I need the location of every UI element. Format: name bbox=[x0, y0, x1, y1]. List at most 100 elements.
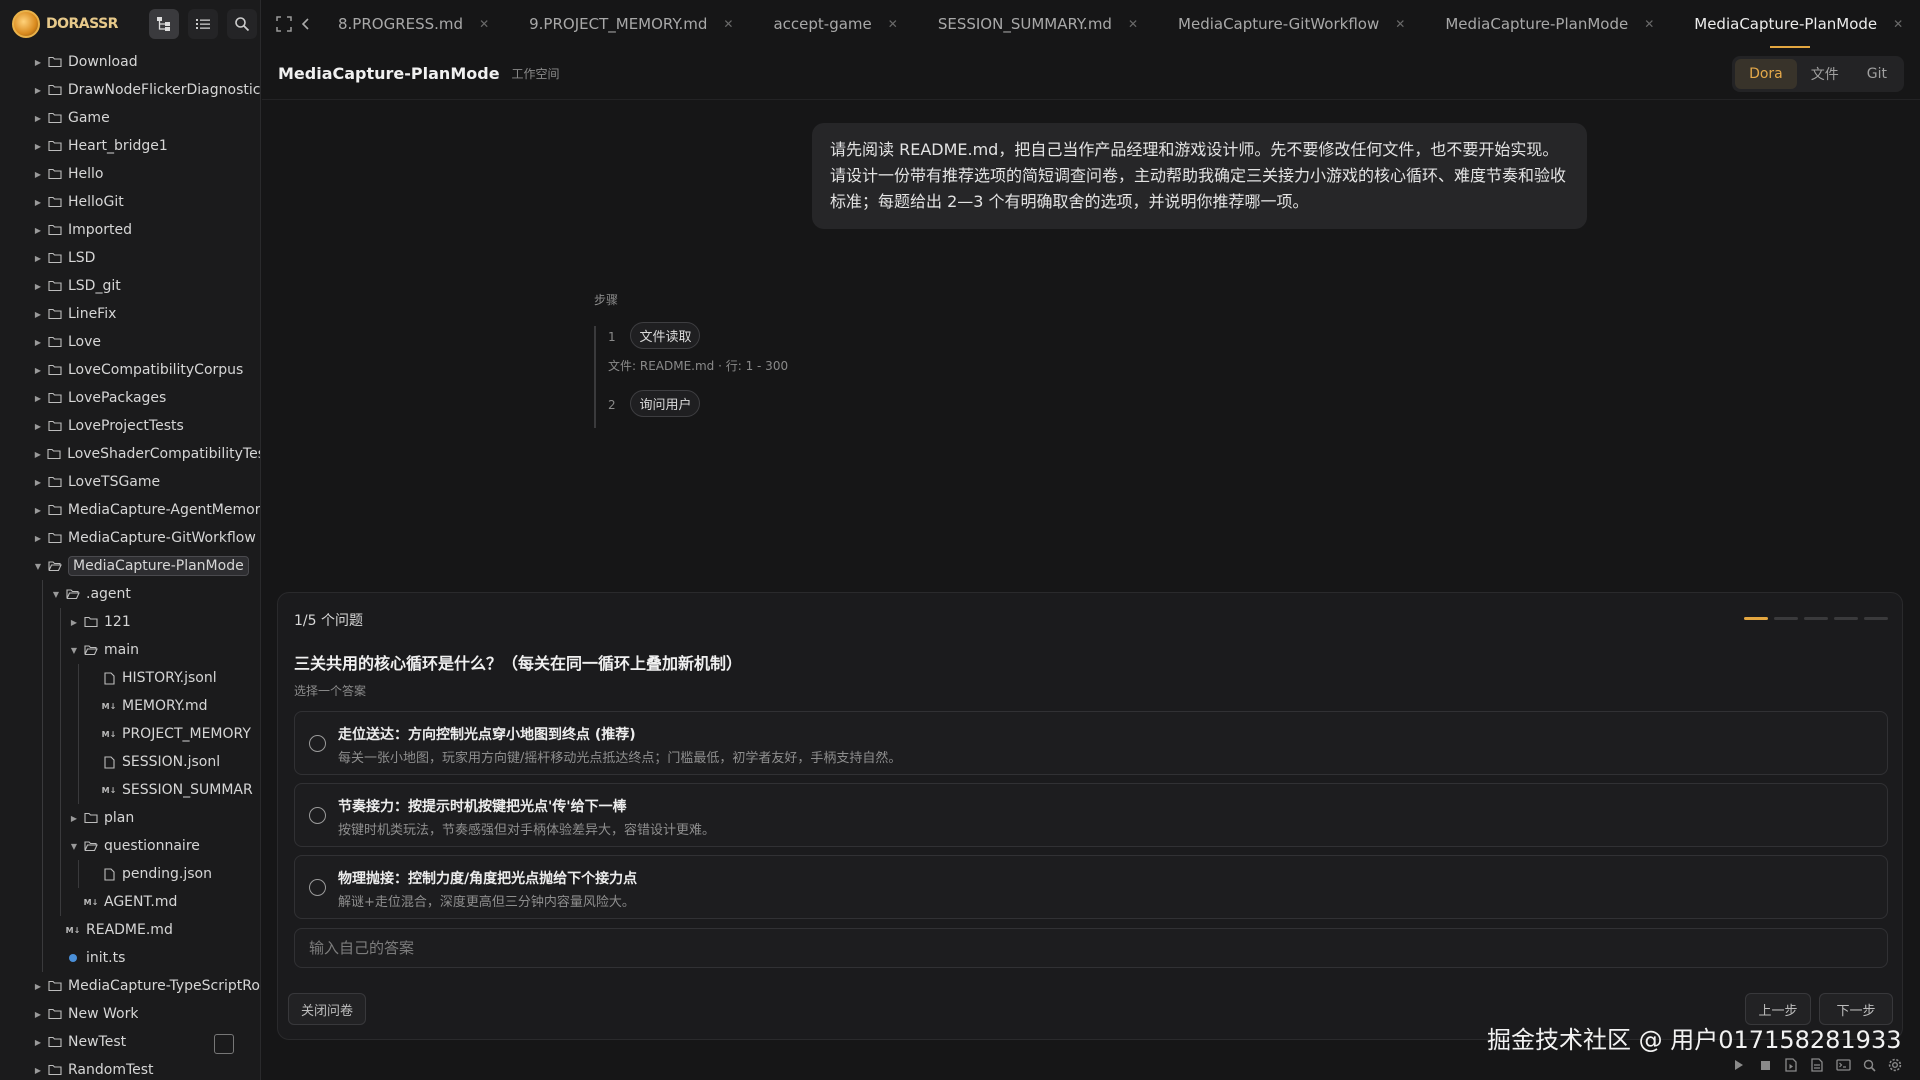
mode-files[interactable]: 文件 bbox=[1797, 59, 1853, 89]
close-icon[interactable]: ✕ bbox=[888, 17, 898, 31]
chevron-right-icon[interactable]: ▶ bbox=[66, 814, 82, 823]
chevron-down-icon[interactable]: ▼ bbox=[66, 646, 82, 655]
chevron-right-icon[interactable]: ▶ bbox=[30, 478, 46, 487]
tree-folder[interactable]: ▶ MediaCapture-GitWorkflow bbox=[0, 524, 260, 552]
mode-git[interactable]: Git bbox=[1853, 59, 1901, 89]
chevron-right-icon[interactable]: ▶ bbox=[30, 170, 46, 179]
editor-tab[interactable]: accept-game ✕ bbox=[753, 0, 917, 48]
chevron-right-icon[interactable]: ▶ bbox=[30, 422, 46, 431]
tree-folder[interactable]: ▶ New Work bbox=[0, 1000, 260, 1028]
close-icon[interactable]: ✕ bbox=[1644, 17, 1654, 31]
tree-folder[interactable]: ▶ LovePackages bbox=[0, 384, 260, 412]
file-tree-button[interactable] bbox=[149, 9, 179, 39]
tree-folder[interactable]: ▶ Love bbox=[0, 328, 260, 356]
tree-file[interactable]: SESSION.jsonl bbox=[0, 748, 260, 776]
radio-button[interactable] bbox=[309, 807, 326, 824]
search-icon[interactable] bbox=[1856, 1059, 1882, 1072]
close-icon[interactable]: ✕ bbox=[1893, 17, 1903, 31]
chevron-right-icon[interactable]: ▶ bbox=[30, 366, 46, 375]
radio-button[interactable] bbox=[309, 735, 326, 752]
chevron-right-icon[interactable]: ▶ bbox=[30, 58, 46, 67]
editor-tab[interactable]: MediaCapture-PlanMode ✕ bbox=[1674, 0, 1920, 48]
chevron-right-icon[interactable]: ▶ bbox=[30, 282, 46, 291]
tree-file[interactable]: M↓ MEMORY.md bbox=[0, 692, 260, 720]
tree-file[interactable]: HISTORY.jsonl bbox=[0, 664, 260, 692]
editor-tab[interactable]: 8.PROGRESS.md ✕ bbox=[318, 0, 509, 48]
tree-folder[interactable]: ▶ LineFix bbox=[0, 300, 260, 328]
chevron-down-icon[interactable]: ▼ bbox=[48, 590, 64, 599]
chevron-right-icon[interactable]: ▶ bbox=[30, 1010, 46, 1019]
tree-folder[interactable]: ▶ LSD_git bbox=[0, 272, 260, 300]
tree-folder[interactable]: ▶ LSD bbox=[0, 244, 260, 272]
tree-folder[interactable]: ▶ MediaCapture-AgentMemor bbox=[0, 496, 260, 524]
radio-button[interactable] bbox=[309, 879, 326, 896]
tree-folder[interactable]: ▶ MediaCapture-TypeScriptRo bbox=[0, 972, 260, 1000]
chevron-right-icon[interactable]: ▶ bbox=[30, 142, 46, 151]
tree-folder[interactable]: ▶ LoveCompatibilityCorpus bbox=[0, 356, 260, 384]
editor-tab[interactable]: 9.PROJECT_MEMORY.md ✕ bbox=[509, 0, 753, 48]
tree-folder[interactable]: ▶ Download bbox=[0, 48, 260, 76]
tree-file[interactable]: init.ts bbox=[0, 944, 260, 972]
chevron-right-icon[interactable]: ▶ bbox=[30, 114, 46, 123]
chevron-right-icon[interactable]: ▶ bbox=[30, 534, 46, 543]
tree-folder[interactable]: ▼ MediaCapture-PlanMode bbox=[0, 552, 260, 580]
tree-folder[interactable]: ▶ LoveShaderCompatibilityTes bbox=[0, 440, 260, 468]
stop-icon[interactable] bbox=[1752, 1060, 1778, 1071]
mode-dora[interactable]: Dora bbox=[1735, 59, 1797, 89]
search-button[interactable] bbox=[227, 9, 257, 39]
custom-answer-input[interactable] bbox=[294, 928, 1888, 968]
answer-option-1[interactable]: 走位送达：方向控制光点穿小地图到终点 (推荐) 每关一张小地图，玩家用方向键/摇… bbox=[294, 711, 1888, 775]
tree-folder[interactable]: ▼ .agent bbox=[0, 580, 260, 608]
tree-folder[interactable]: ▶ DrawNodeFlickerDiagnostic bbox=[0, 76, 260, 104]
chevron-right-icon[interactable]: ▶ bbox=[66, 618, 82, 627]
terminal-icon[interactable] bbox=[1830, 1059, 1856, 1071]
tree-folder[interactable]: ▶ Hello bbox=[0, 160, 260, 188]
close-icon[interactable]: ✕ bbox=[1128, 17, 1138, 31]
tree-file[interactable]: M↓ SESSION_SUMMAR bbox=[0, 776, 260, 804]
tree-file[interactable]: pending.json bbox=[0, 860, 260, 888]
step-chip-file-read[interactable]: 文件读取 bbox=[630, 322, 701, 349]
close-icon[interactable]: ✕ bbox=[479, 17, 489, 31]
play-icon[interactable] bbox=[1726, 1059, 1752, 1071]
file-play-icon[interactable] bbox=[1778, 1058, 1804, 1072]
chevron-right-icon[interactable]: ▶ bbox=[30, 198, 46, 207]
tree-folder[interactable]: ▶ Imported bbox=[0, 216, 260, 244]
tree-file[interactable]: M↓ AGENT.md bbox=[0, 888, 260, 916]
fullscreen-button[interactable] bbox=[276, 9, 292, 39]
tree-folder[interactable]: ▶ Heart_bridge1 bbox=[0, 132, 260, 160]
close-icon[interactable]: ✕ bbox=[723, 17, 733, 31]
chevron-right-icon[interactable]: ▶ bbox=[30, 254, 46, 263]
step-chip-ask-user[interactable]: 询问用户 bbox=[630, 390, 701, 417]
editor-tab[interactable]: MediaCapture-PlanMode ✕ bbox=[1425, 0, 1674, 48]
chevron-right-icon[interactable]: ▶ bbox=[30, 1066, 46, 1075]
tree-folder[interactable]: ▶ Game bbox=[0, 104, 260, 132]
tree-folder[interactable]: ▶ LoveProjectTests bbox=[0, 412, 260, 440]
close-icon[interactable]: ✕ bbox=[1395, 17, 1405, 31]
answer-option-3[interactable]: 物理抛接：控制力度/角度把光点抛给下个接力点 解谜+走位混合，深度更高但三分钟内… bbox=[294, 855, 1888, 919]
chevron-right-icon[interactable]: ▶ bbox=[30, 226, 46, 235]
chevron-right-icon[interactable]: ▶ bbox=[30, 450, 46, 459]
panel-toggle-icon[interactable] bbox=[214, 1034, 234, 1054]
tree-folder[interactable]: ▶ 121 bbox=[0, 608, 260, 636]
tree-folder[interactable]: ▶ LoveTSGame bbox=[0, 468, 260, 496]
chevron-right-icon[interactable]: ▶ bbox=[30, 338, 46, 347]
back-button[interactable] bbox=[300, 9, 312, 39]
gear-icon[interactable] bbox=[1882, 1058, 1908, 1072]
chevron-right-icon[interactable]: ▶ bbox=[30, 1038, 46, 1047]
chevron-right-icon[interactable]: ▶ bbox=[30, 310, 46, 319]
chevron-right-icon[interactable]: ▶ bbox=[30, 982, 46, 991]
editor-tab[interactable]: SESSION_SUMMARY.md ✕ bbox=[918, 0, 1158, 48]
tree-folder[interactable]: ▶ plan bbox=[0, 804, 260, 832]
editor-tab[interactable]: MediaCapture-GitWorkflow ✕ bbox=[1158, 0, 1425, 48]
tree-folder[interactable]: ▶ RandomTest bbox=[0, 1056, 260, 1080]
chevron-down-icon[interactable]: ▼ bbox=[30, 562, 46, 571]
document-icon[interactable] bbox=[1804, 1058, 1830, 1072]
chevron-right-icon[interactable]: ▶ bbox=[30, 394, 46, 403]
chevron-right-icon[interactable]: ▶ bbox=[30, 86, 46, 95]
tree-folder[interactable]: ▶ HelloGit bbox=[0, 188, 260, 216]
tree-folder[interactable]: ▼ questionnaire bbox=[0, 832, 260, 860]
tree-folder[interactable]: ▼ main bbox=[0, 636, 260, 664]
tree-file[interactable]: M↓ README.md bbox=[0, 916, 260, 944]
tree-file[interactable]: M↓ PROJECT_MEMORY bbox=[0, 720, 260, 748]
close-questionnaire-button[interactable]: 关闭问卷 bbox=[288, 993, 366, 1025]
